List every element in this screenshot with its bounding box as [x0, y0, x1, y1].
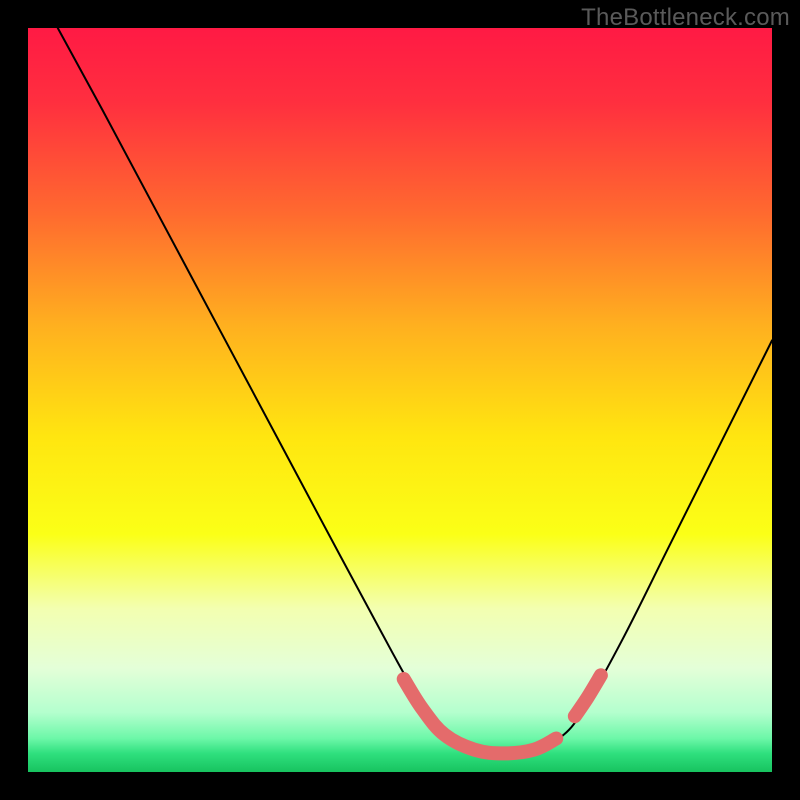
chart-container: TheBottleneck.com — [0, 0, 800, 800]
chart-svg — [28, 28, 772, 772]
plot-area — [28, 28, 772, 772]
gradient-background — [28, 28, 772, 772]
